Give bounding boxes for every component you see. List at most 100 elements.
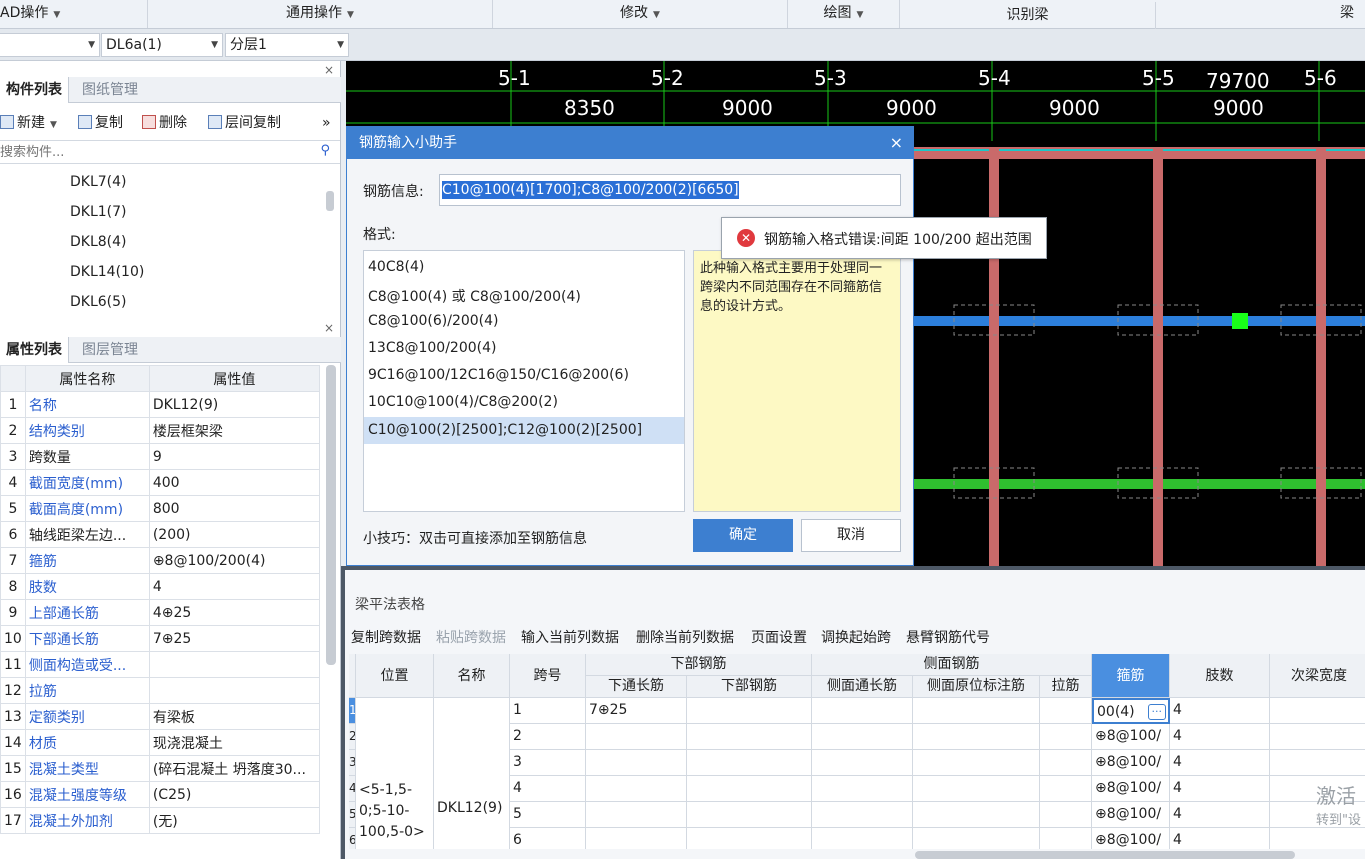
format-item[interactable]: C8@100(6)/200(4) <box>368 313 499 329</box>
rebar-info-input[interactable]: C10@100(4)[1700];C8@100/200(2)[6650] <box>439 174 901 206</box>
cell-stirrup[interactable]: ⊕8@100/ <box>1092 802 1170 828</box>
cell-empty[interactable] <box>913 776 1040 802</box>
cell-legs[interactable]: 4 <box>1170 698 1270 724</box>
component-item[interactable]: DKL8(4) <box>70 234 127 250</box>
scrollbar-thumb[interactable] <box>326 191 334 211</box>
cell-empty[interactable] <box>1040 776 1092 802</box>
header-stirrup[interactable]: 箍筋 <box>1092 654 1170 698</box>
cell-span[interactable]: 1 <box>510 698 586 724</box>
menu-cad-ops[interactable]: AD操作 ▼ <box>0 0 148 28</box>
property-value[interactable]: (200) <box>148 521 321 548</box>
ellipsis-button[interactable]: ··· <box>1147 704 1166 720</box>
cell-empty[interactable] <box>1040 802 1092 828</box>
cell-empty[interactable] <box>687 750 812 776</box>
property-value[interactable] <box>148 651 321 678</box>
cell-bottom-cont[interactable] <box>586 724 687 750</box>
cell-empty[interactable] <box>687 828 812 849</box>
component-item[interactable]: DKL14(10) <box>70 264 144 280</box>
property-row[interactable]: 13 定额类别 有梁板 <box>0 703 321 730</box>
cell-empty[interactable] <box>812 776 913 802</box>
property-row[interactable]: 14 材质 现浇混凝土 <box>0 729 321 756</box>
property-value[interactable]: 800 <box>148 495 321 522</box>
row-index[interactable]: 1 <box>349 698 356 724</box>
close-icon[interactable]: × <box>324 63 334 77</box>
property-row[interactable]: 15 混凝土类型 (碎石混凝土 坍落度30... <box>0 755 321 782</box>
cell-empty[interactable] <box>687 776 812 802</box>
tab-layer-manage[interactable]: 图层管理 <box>76 337 144 363</box>
cell-stirrup[interactable]: ⊕8@100/ <box>1092 750 1170 776</box>
menu-general-ops[interactable]: 通用操作 ▼ <box>148 0 493 28</box>
page-setup-button[interactable]: 页面设置 <box>751 627 807 647</box>
property-value[interactable]: (C25) <box>148 781 321 808</box>
cell-legs[interactable]: 4 <box>1170 750 1270 776</box>
horizontal-scrollbar[interactable] <box>915 851 1295 859</box>
component-item[interactable]: DKL1(7) <box>70 204 127 220</box>
cell-bottom-cont[interactable]: 7⊕25 <box>586 698 687 724</box>
format-item[interactable]: 13C8@100/200(4) <box>368 340 497 356</box>
property-row[interactable]: 17 混凝土外加剂 (无) <box>0 807 321 834</box>
cell-legs[interactable]: 4 <box>1170 776 1270 802</box>
ok-button[interactable]: 确定 <box>693 519 793 552</box>
property-value[interactable]: 现浇混凝土 <box>148 729 321 756</box>
cell-empty[interactable] <box>913 698 1040 724</box>
cell-empty[interactable] <box>913 750 1040 776</box>
cell-stirrup[interactable]: 00(4) ··· <box>1092 698 1170 724</box>
property-value[interactable]: 有梁板 <box>148 703 321 730</box>
cell-span[interactable]: 5 <box>510 802 586 828</box>
cell-empty[interactable] <box>1040 698 1092 724</box>
property-row[interactable]: 5 截面高度(mm) 800 <box>0 495 321 522</box>
paste-span-button[interactable]: 粘贴跨数据 <box>436 627 506 647</box>
property-value[interactable]: 楼层框架梁 <box>148 417 321 444</box>
property-row[interactable]: 2 结构类别 楼层框架梁 <box>0 417 321 444</box>
property-value[interactable]: ⊕8@100/200(4) <box>148 547 321 574</box>
position-cell[interactable]: <5-1,5-0;5-10-100,5-0> <box>356 698 434 849</box>
property-row[interactable]: 9 上部通长筋 4⊕25 <box>0 599 321 626</box>
format-item[interactable]: C8@100(4) 或 C8@100/200(4) <box>368 286 581 306</box>
row-index[interactable]: 3 <box>349 750 356 776</box>
cell-span[interactable]: 6 <box>510 828 586 849</box>
cell-bottom-cont[interactable] <box>586 750 687 776</box>
cell-empty[interactable] <box>1270 698 1365 724</box>
property-value[interactable]: 400 <box>148 469 321 496</box>
delete-column-button[interactable]: 删除当前列数据 <box>636 627 734 647</box>
menu-beam[interactable]: 梁 <box>1340 0 1365 28</box>
tab-property-list[interactable]: 属性列表 <box>0 337 69 363</box>
delete-button[interactable]: 删除 <box>142 111 187 135</box>
scrollbar-thumb[interactable] <box>326 365 336 665</box>
copy-button[interactable]: 复制 <box>78 111 123 135</box>
component-item[interactable]: DKL6(5) <box>70 294 127 310</box>
new-button[interactable]: 新建 ▼ <box>0 111 57 135</box>
property-row[interactable]: 11 侧面构造或受... <box>0 651 321 678</box>
cell-span[interactable]: 2 <box>510 724 586 750</box>
layer-combo[interactable]: 分层1 ▼ <box>225 33 349 57</box>
menu-modify[interactable]: 修改 ▼ <box>493 0 788 28</box>
floor-copy-button[interactable]: 层间复制 <box>208 111 281 135</box>
property-row[interactable]: 8 肢数 4 <box>0 573 321 600</box>
cell-empty[interactable] <box>913 724 1040 750</box>
property-row[interactable]: 16 混凝土强度等级 (C25) <box>0 781 321 808</box>
row-index[interactable]: 5 <box>349 802 356 828</box>
component-combo[interactable]: DL6a(1) ▼ <box>101 33 223 57</box>
cell-bottom-cont[interactable] <box>586 776 687 802</box>
swap-start-span-button[interactable]: 调换起始跨 <box>821 627 891 647</box>
more-tools-button[interactable]: » <box>322 111 331 135</box>
property-value[interactable]: (无) <box>148 807 321 834</box>
cell-empty[interactable] <box>812 750 913 776</box>
cell-empty[interactable] <box>687 724 812 750</box>
property-value[interactable]: (碎石混凝土 坍落度30... <box>148 755 321 782</box>
property-value[interactable] <box>148 677 321 704</box>
property-row[interactable]: 7 箍筋 ⊕8@100/200(4) <box>0 547 321 574</box>
cancel-button[interactable]: 取消 <box>801 519 901 552</box>
property-row[interactable]: 6 轴线距梁左边... (200) <box>0 521 321 548</box>
cell-empty[interactable] <box>913 828 1040 849</box>
property-row[interactable]: 10 下部通长筋 7⊕25 <box>0 625 321 652</box>
component-item[interactable]: DKL7(4) <box>70 174 127 190</box>
format-item[interactable]: 9C16@100/12C16@150/C16@200(6) <box>368 367 629 383</box>
copy-span-button[interactable]: 复制跨数据 <box>351 627 421 647</box>
property-value[interactable]: 7⊕25 <box>148 625 321 652</box>
cell-empty[interactable] <box>913 802 1040 828</box>
format-item[interactable]: 40C8(4) <box>368 259 424 275</box>
property-row[interactable]: 12 拉筋 <box>0 677 321 704</box>
search-box[interactable]: ⚲ <box>0 140 340 164</box>
format-item[interactable]: 10C10@100(4)/C8@200(2) <box>368 394 558 410</box>
